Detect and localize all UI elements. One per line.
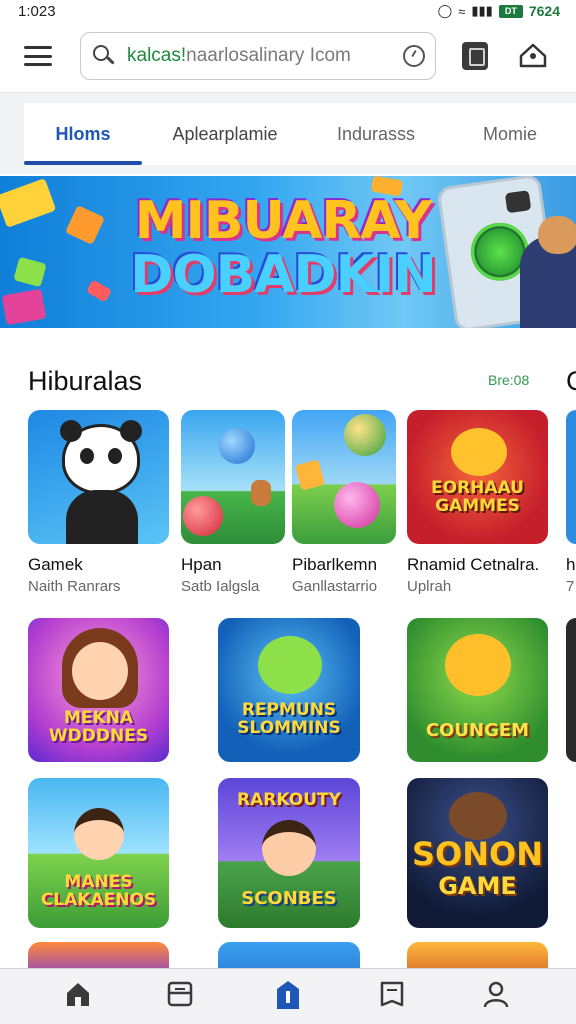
nav-games[interactable] <box>268 979 308 1019</box>
battery-icon: DT <box>498 4 523 18</box>
game-name: Rnamid Cetnalra. <box>407 555 540 574</box>
tile-label: REPMUNS SLOMMINS <box>237 700 341 738</box>
game-name: Pibarlkemn <box>292 555 378 574</box>
ball-illustration <box>334 482 380 528</box>
category-tabs: Hloms Aplearplamie Indurasss Momie <box>0 92 576 174</box>
game-icon-kid[interactable]: RARKOUTY SCONBES <box>218 778 360 928</box>
ball-illustration <box>344 414 386 456</box>
game-icon-partial[interactable] <box>566 618 576 762</box>
panda-ears <box>120 420 142 442</box>
tab-categories[interactable]: Indurasss <box>308 103 444 165</box>
search-text-rest: naarlosalinary Icom <box>186 45 351 66</box>
status-bar: 1:023 ◯ ≈ ▮▮▮ DT 7624 <box>0 0 576 22</box>
tile-label: GAME <box>438 872 517 900</box>
apps-icon <box>167 981 193 1007</box>
tile-label: MEKNA WDDDNES <box>48 708 149 746</box>
wifi-icon: ≈ <box>458 3 466 19</box>
section-see-more-link[interactable]: Bre:08 <box>488 372 529 388</box>
game-icon-boy[interactable]: MANES CLAKAENOS <box>28 778 169 928</box>
gadget-illustration <box>295 459 325 491</box>
tab-movies[interactable]: Momie <box>444 103 576 165</box>
confetti-shape <box>13 256 47 288</box>
games-icon <box>277 981 299 1009</box>
game-icon-sonon[interactable]: SONON GAME <box>407 778 548 928</box>
panda-eye <box>80 448 94 464</box>
confetti-shape <box>1 288 47 326</box>
game-icon-bubbles[interactable] <box>292 410 396 544</box>
banner-title: MIBUARAY DOBADKIN <box>118 194 448 302</box>
profile-icon <box>483 981 509 1008</box>
promo-banner[interactable]: MIBUARAY DOBADKIN <box>0 176 576 328</box>
girl-face <box>72 642 128 700</box>
boy-face <box>74 808 124 860</box>
character-illustration <box>251 480 271 506</box>
panda-body <box>66 490 138 544</box>
game-icon-couple-game[interactable]: COUNGEM <box>407 618 548 762</box>
game-icon-partial[interactable] <box>566 410 576 544</box>
game-icon-balls[interactable] <box>181 410 285 544</box>
game-icon-panda[interactable] <box>28 410 169 544</box>
ball-illustration <box>183 496 223 536</box>
home-icon <box>67 983 89 1006</box>
battery-text: 7624 <box>528 3 560 19</box>
game-name: h <box>566 555 576 574</box>
game-developer: 7 <box>566 578 575 595</box>
cat-illustration <box>451 428 507 476</box>
tabs-row: Hloms Aplearplamie Indurasss Momie <box>24 103 576 165</box>
next-section-title: C <box>566 366 576 396</box>
books-icon <box>380 981 404 1007</box>
status-icons: ◯ ≈ ▮▮▮ DT 7624 <box>438 3 560 19</box>
monster-illustration <box>258 636 322 694</box>
nav-home[interactable] <box>58 979 98 1019</box>
game-icon-cat[interactable]: EORHAAU GAMMES <box>407 410 548 544</box>
tile-label: RARKOUTY <box>237 790 341 810</box>
signal-icon: ▮▮▮ <box>471 3 493 18</box>
confetti-shape <box>85 279 113 303</box>
game-developer: Ganllastarrio <box>292 578 378 595</box>
tab-apps[interactable]: Aplearplamie <box>142 103 308 165</box>
game-name: Hpan <box>181 555 222 574</box>
menu-icon[interactable] <box>24 44 52 68</box>
game-icon-partial[interactable] <box>566 778 576 928</box>
history-icon[interactable] <box>403 45 425 67</box>
ball-illustration <box>219 428 255 464</box>
cat-illustration <box>445 634 511 696</box>
search-icon <box>93 45 115 67</box>
bottom-navigation <box>0 968 576 1024</box>
tile-label: SCONBES <box>241 888 337 909</box>
game-developer: Naith Ranrars <box>28 578 121 595</box>
share-icon[interactable] <box>518 40 548 70</box>
confetti-shape <box>0 178 57 228</box>
kid-face <box>262 820 316 876</box>
game-icon-monster[interactable]: REPMUNS SLOMMINS <box>218 618 360 762</box>
search-header: kalcas!naarlosalinary Icom <box>0 26 576 90</box>
search-field[interactable]: kalcas!naarlosalinary Icom <box>80 32 436 80</box>
banner-title-line1: MIBUARAY <box>134 191 433 251</box>
nav-profile[interactable] <box>476 979 516 1019</box>
panda-ears <box>60 420 82 442</box>
banner-hand-illustration <box>520 216 576 328</box>
game-name: Gamek <box>28 555 83 574</box>
search-text-highlight: kalcas! <box>127 45 187 66</box>
play-store-screen: 1:023 ◯ ≈ ▮▮▮ DT 7624 kalcas!naarlosalin… <box>0 0 576 1024</box>
tile-label: SONON <box>411 835 543 873</box>
confetti-shape <box>65 205 105 245</box>
nav-apps[interactable] <box>160 979 200 1019</box>
vibrate-icon: ◯ <box>437 3 453 18</box>
search-input[interactable]: kalcas!naarlosalinary Icom <box>127 45 389 67</box>
banner-title-line2: DOBADKIN <box>130 245 437 305</box>
tile-label: COUNGEM <box>425 720 530 741</box>
tab-home[interactable]: Hloms <box>24 103 142 165</box>
device-icon[interactable] <box>462 42 488 70</box>
bear-illustration <box>449 792 507 840</box>
section-title: Hiburalas <box>28 366 143 396</box>
game-icon-girl[interactable]: MEKNA WDDDNES <box>28 618 169 762</box>
game-developer: Uplrah <box>407 578 452 595</box>
panda-eye <box>108 448 122 464</box>
tile-label: MANES CLAKAENOS <box>40 872 157 910</box>
tile-label: EORHAAU GAMMES <box>431 478 524 516</box>
game-developer: Satb Ialgsla <box>181 578 260 595</box>
nav-books[interactable] <box>372 979 412 1019</box>
status-time: 1:023 <box>18 2 56 20</box>
